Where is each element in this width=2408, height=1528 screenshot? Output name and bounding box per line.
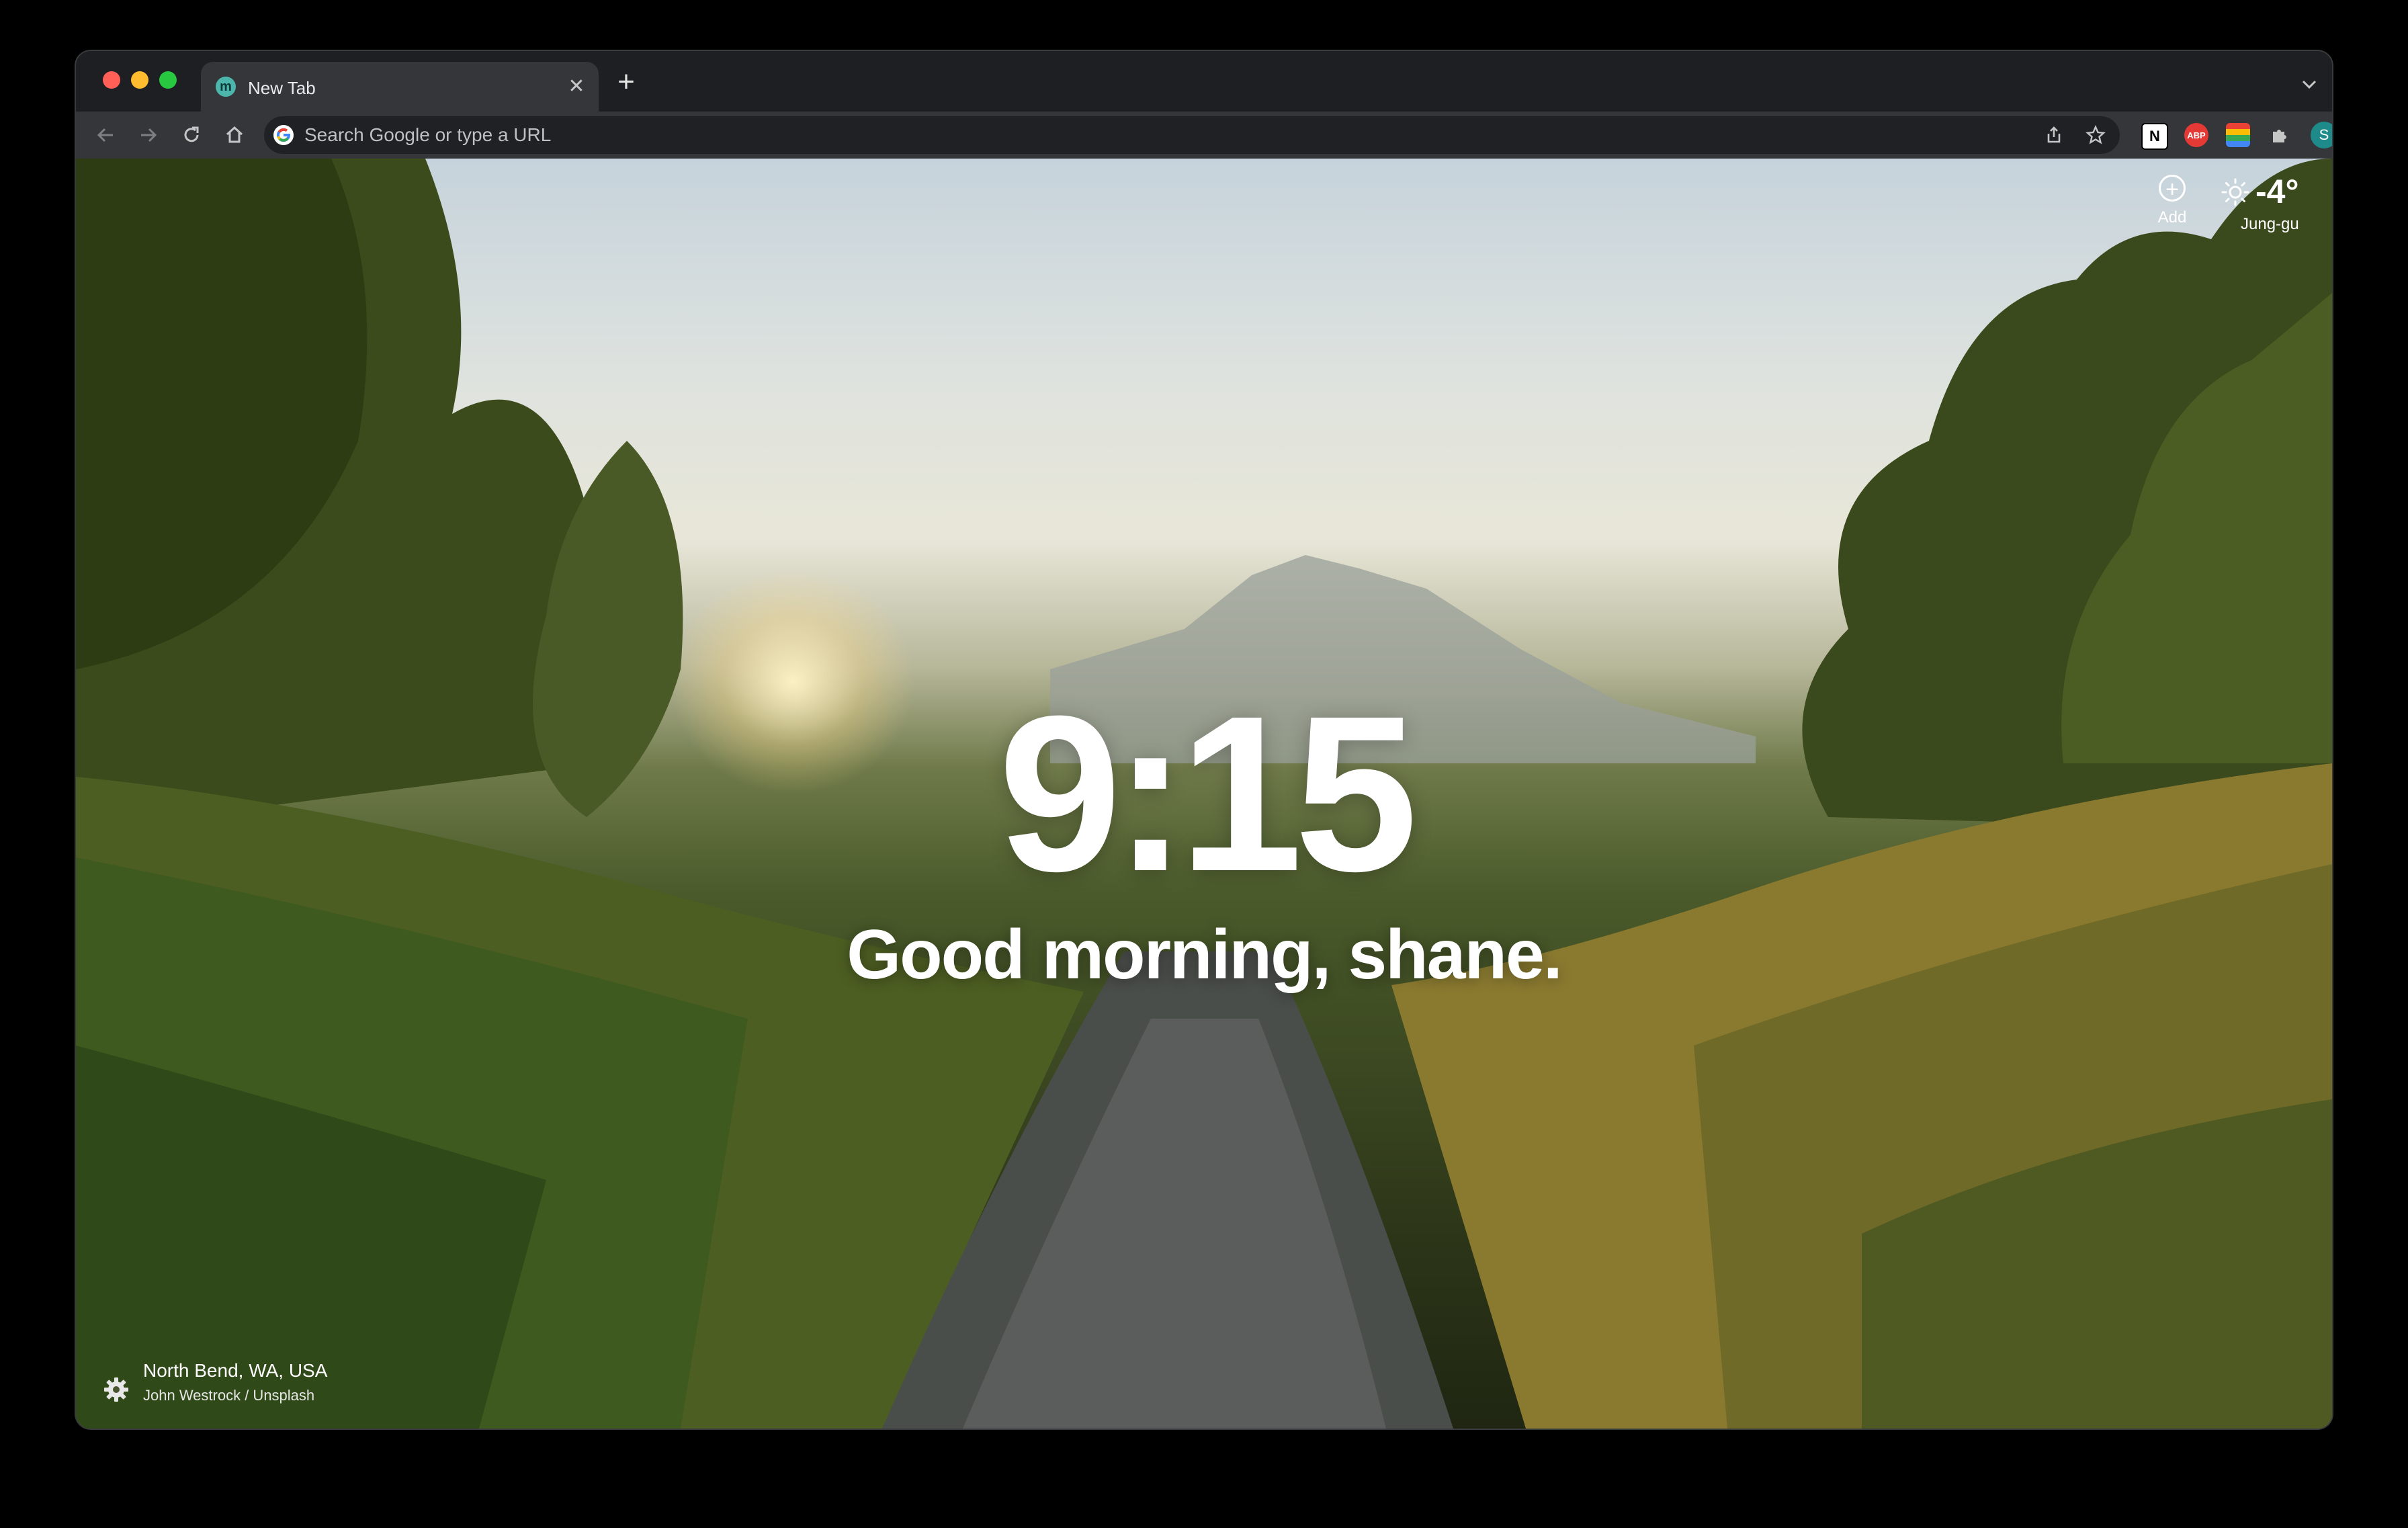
zoom-window-button[interactable] — [159, 71, 177, 89]
new-tab-button[interactable]: + — [611, 67, 642, 98]
close-window-button[interactable] — [103, 71, 120, 89]
tab-title: New Tab — [248, 78, 316, 98]
add-widget-button[interactable]: + Add — [2145, 175, 2199, 227]
close-tab-icon[interactable]: ✕ — [564, 74, 589, 99]
tab-new-tab[interactable]: m New Tab ✕ — [201, 62, 599, 112]
reload-button[interactable] — [175, 119, 208, 151]
plus-circle-icon: + — [2159, 175, 2186, 202]
photo-credit[interactable]: John Westrock / Unsplash — [143, 1387, 314, 1404]
toolbar: Search Google or type a URL N ABP S — [76, 112, 2332, 160]
photo-location[interactable]: North Bend, WA, USA — [143, 1360, 327, 1382]
clock-time[interactable]: 9:15 — [76, 683, 2332, 904]
weather-location: Jung-gu — [2241, 215, 2299, 233]
minimize-window-button[interactable] — [131, 71, 148, 89]
add-widget-label: Add — [2157, 208, 2187, 226]
google-g-icon — [273, 125, 294, 145]
home-button[interactable] — [218, 119, 251, 151]
weather-temperature: -4° — [2255, 173, 2299, 210]
profile-avatar[interactable]: S — [2311, 122, 2332, 148]
forward-button[interactable] — [132, 119, 165, 151]
address-bar[interactable]: Search Google or type a URL — [264, 116, 2120, 154]
adblock-plus-icon[interactable]: ABP — [2184, 123, 2208, 147]
new-tab-page: + Add -4° Jung-gu 9:15 Good morning, sha… — [76, 159, 2332, 1429]
tab-strip: m New Tab ✕ + — [76, 51, 2332, 112]
notion-extension-icon[interactable]: N — [2141, 123, 2168, 150]
settings-gear-icon[interactable] — [101, 1375, 131, 1404]
back-button[interactable] — [89, 119, 122, 151]
momentum-favicon-icon: m — [216, 77, 236, 97]
sun-icon — [2221, 178, 2249, 206]
colorful-extension-icon[interactable] — [2226, 123, 2250, 147]
greeting-text[interactable]: Good morning, shane. — [76, 915, 2332, 995]
browser-window: m New Tab ✕ + Search Google or type a UR… — [76, 51, 2332, 1429]
address-bar-placeholder: Search Google or type a URL — [304, 124, 552, 145]
bookmark-star-icon[interactable] — [2082, 122, 2109, 148]
extensions-puzzle-icon[interactable] — [2268, 123, 2292, 147]
tab-search-chevron-icon[interactable] — [2296, 70, 2323, 97]
background-rocky-path — [882, 951, 1453, 1429]
share-icon[interactable] — [2040, 122, 2067, 148]
